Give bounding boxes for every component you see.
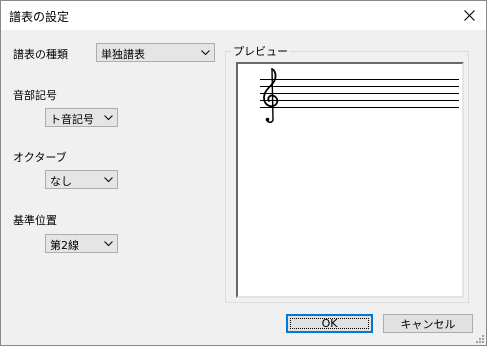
staff-type-select[interactable]: 単独譜表 [96, 43, 215, 62]
octave-select[interactable]: なし [45, 170, 118, 189]
cancel-button-label: キャンセル [400, 317, 456, 331]
base-position-value: 第2線 [50, 239, 79, 252]
preview-group-title: プレビュー [231, 43, 290, 59]
close-button[interactable] [452, 1, 486, 30]
staff-lines [260, 79, 459, 108]
chevron-down-icon [104, 115, 113, 121]
clef-value: ト音記号 [50, 113, 94, 126]
chevron-down-icon [201, 50, 210, 56]
treble-clef-icon [263, 68, 279, 123]
octave-value: なし [50, 175, 72, 188]
treble-clef-dot [265, 117, 270, 122]
ok-button[interactable]: OK [286, 314, 373, 333]
window-title: 譜表の設定 [9, 10, 70, 24]
staff-type-value: 単独譜表 [101, 48, 145, 61]
title-bar: 譜表の設定 [1, 1, 486, 30]
clef-select[interactable]: ト音記号 [45, 108, 118, 127]
base-position-select[interactable]: 第2線 [45, 234, 118, 253]
clef-label: 音部記号 [13, 89, 57, 102]
octave-label: オクターブ [13, 151, 67, 164]
resize-grip-icon[interactable] [474, 333, 485, 344]
base-position-label: 基準位置 [13, 214, 57, 227]
focus-rect [290, 318, 369, 329]
staff-type-label: 譜表の種類 [13, 48, 68, 61]
chevron-down-icon [104, 241, 113, 247]
dialog-window: 譜表の設定 譜表の種類 単独譜表 音部記号 ト音記号 オクターブ なし 基準位置… [0, 0, 487, 346]
chevron-down-icon [104, 177, 113, 183]
cancel-button[interactable]: キャンセル [383, 314, 473, 333]
close-icon [463, 10, 475, 21]
staff-preview [260, 68, 459, 123]
preview-area [236, 62, 464, 298]
